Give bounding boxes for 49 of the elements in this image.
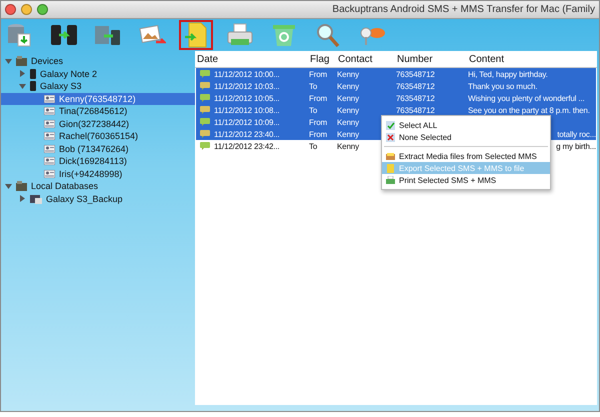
table-cell-text: Kenny [337,130,360,138]
table-cell-text: 11/12/2012 10:08... [214,106,281,114]
table-cell-text: Kenny [337,94,360,102]
tree-item-label: Devices [31,56,64,66]
tree-item-label: Dick(169284113) [59,156,127,166]
table-cell-text: 11/12/2012 23:40... [214,130,281,138]
table-cell-text: 763548712 [396,70,436,78]
tree-item-label: Rachel(760365154) [59,131,138,142]
table-cell-text: Kenny [337,82,360,90]
table-cell-text: Kenny [337,118,360,126]
tree-item-label: Galaxy S3 [40,81,82,92]
menu-item-label: Print Selected SMS + MMS [399,176,496,184]
table-cell-text: To [309,142,318,150]
table-cell-text: To [309,82,318,90]
table-cell-text: From [309,94,328,102]
table-cell-text: From [309,130,328,138]
table-cell-text: Wishing you plenty of wonderful ... [468,94,586,102]
menu-item-label: Export Selected SMS + MMS to file [399,164,524,172]
menu-item-label: Select ALL [399,120,438,130]
table-cell-text: Hi, Ted, happy birthday. [468,70,549,78]
table-cell-text: 11/12/2012 10:09... [214,118,281,126]
table-cell-text: 763548712 [396,82,436,90]
table-cell-text: Kenny [337,106,360,114]
table-cell-text: 763548712 [396,106,436,114]
table-cell-text: g my birth... [555,142,596,150]
table-cell-text: To [309,106,318,114]
tree-item-label: Kenny(763548712) [59,94,136,104]
table-cell-text: 11/12/2012 23:42... [214,142,281,150]
table-cell-text: From [309,118,328,126]
tree-item-label: Tina(726845612) [59,106,128,116]
table-cell-text: 763548712 [396,94,436,102]
tree-item-label: Galaxy S3_Backup [46,194,123,204]
table-cell-text: 11/12/2012 10:00... [214,70,281,78]
table-cell-text: totally roc... [556,130,596,138]
tree-item-label: Iris(+94248998) [59,168,122,179]
table-cell-text: From [309,70,328,78]
menu-item-label: None Selected [399,132,452,142]
tree-item-label: Galaxy Note 2 [40,68,98,79]
table-cell-text: Kenny [337,142,360,150]
table-cell-text: 11/12/2012 10:03... [214,82,281,90]
table-cell-text: See you on the party at 8 p.m. then. [468,106,591,114]
tree-item-label: Local Databases [31,181,98,192]
menu-item-label: Extract Media files from Selected MMS [399,152,537,160]
table-cell-text: Thank you so much. [468,82,538,90]
window-title: Backuptrans Android SMS + MMS Transfer for Mac (Family [332,4,595,15]
table-cell-text: Kenny [337,70,360,78]
tree-item-label: Gion(327238442) [59,118,130,129]
tree-item-label: Bob (713476264) [59,144,129,154]
table-cell-text: 11/12/2012 10:05... [214,94,281,102]
